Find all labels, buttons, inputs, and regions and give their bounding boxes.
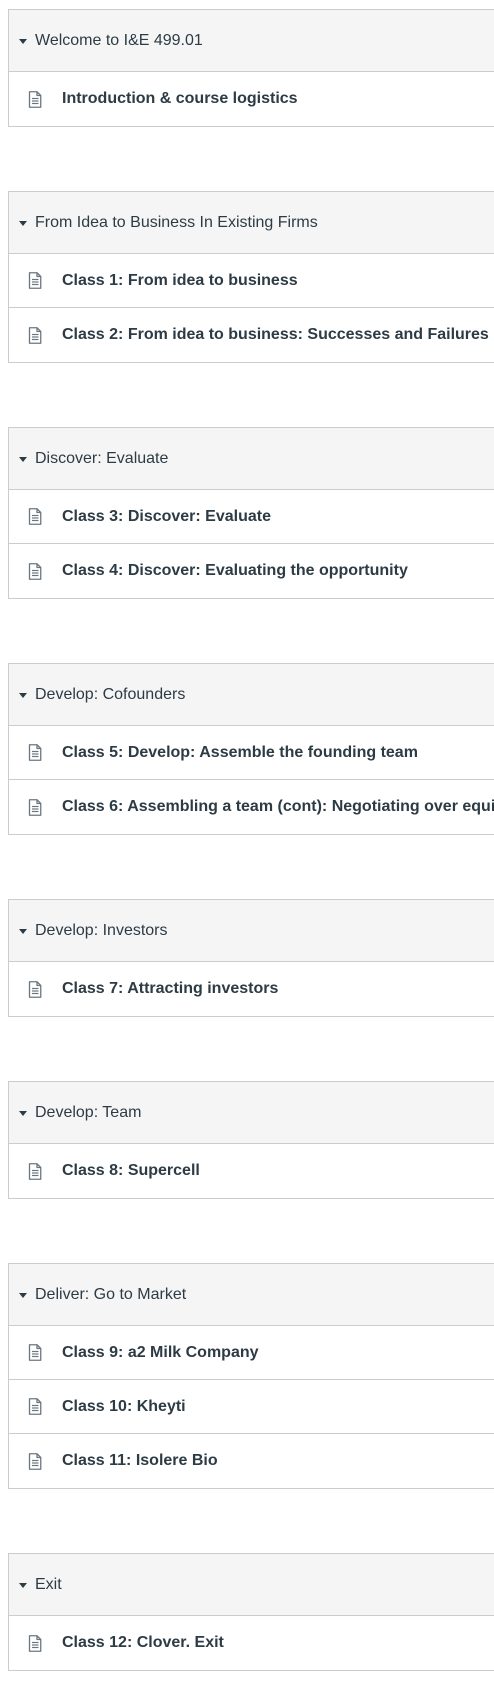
document-icon (28, 1452, 42, 1470)
module-item[interactable]: Class 5: Develop: Assemble the founding … (9, 726, 494, 780)
caret-down-icon[interactable] (19, 929, 27, 934)
module-title: Discover: Evaluate (35, 449, 169, 467)
document-icon (28, 1344, 42, 1361)
module-title: Develop: Investors (35, 921, 168, 939)
module-item-label: Class 5: Develop: Assemble the founding … (62, 743, 418, 761)
module-item[interactable]: Introduction & course logistics (9, 72, 494, 126)
module-item[interactable]: Class 6: Assembling a team (cont): Negot… (9, 780, 494, 834)
module-header[interactable]: Welcome to I&E 499.01 (9, 10, 494, 72)
module-item[interactable]: Class 2: From idea to business: Successe… (9, 308, 494, 362)
module-title: Exit (35, 1575, 62, 1593)
module-item[interactable]: Class 1: From idea to business (9, 254, 494, 308)
module-item[interactable]: Class 10: Kheyti (9, 1380, 494, 1434)
module-item[interactable]: Class 4: Discover: Evaluating the opport… (9, 544, 494, 598)
module-title: Develop: Cofounders (35, 685, 186, 703)
module-title: Deliver: Go to Market (35, 1285, 187, 1303)
module-item-label: Class 2: From idea to business: Successe… (62, 326, 489, 343)
document-icon (28, 562, 42, 580)
module-6: Deliver: Go to Market Class 9: a2 Milk C… (8, 1263, 494, 1489)
module-item-label: Class 4: Discover: Evaluating the opport… (62, 562, 408, 579)
module-items: Class 1: From idea to business Class 2: … (9, 254, 494, 362)
document-icon (28, 744, 42, 761)
module-item[interactable]: Class 12: Clover. Exit (9, 1616, 494, 1670)
module-header[interactable]: Deliver: Go to Market (9, 1264, 494, 1326)
module-7: Exit Class 12: Clover. Exit (8, 1553, 494, 1671)
module-item[interactable]: Class 11: Isolere Bio (9, 1434, 494, 1488)
module-item-label: Class 3: Discover: Evaluate (62, 507, 271, 525)
module-item-label: Class 9: a2 Milk Company (62, 1343, 259, 1361)
document-icon (28, 798, 42, 816)
document-icon (28, 1634, 42, 1652)
module-1: From Idea to Business In Existing Firms … (8, 191, 494, 363)
module-items: Class 7: Attracting investors (9, 962, 494, 1016)
document-icon (28, 272, 42, 289)
module-header[interactable]: Exit (9, 1554, 494, 1616)
document-icon (28, 1162, 42, 1180)
module-item-label: Class 7: Attracting investors (62, 980, 279, 997)
module-item[interactable]: Class 7: Attracting investors (9, 962, 494, 1016)
module-item-label: Class 12: Clover. Exit (62, 1634, 224, 1651)
modules-list: Welcome to I&E 499.01 Introduction & cou… (0, 0, 494, 1671)
module-items: Class 5: Develop: Assemble the founding … (9, 726, 494, 834)
module-items: Class 12: Clover. Exit (9, 1616, 494, 1670)
module-item-label: Class 10: Kheyti (62, 1397, 186, 1415)
module-0: Welcome to I&E 499.01 Introduction & cou… (8, 9, 494, 127)
module-header[interactable]: Develop: Cofounders (9, 664, 494, 726)
module-header[interactable]: From Idea to Business In Existing Firms (9, 192, 494, 254)
module-4: Develop: Investors Class 7: Attracting i… (8, 899, 494, 1017)
module-title: Develop: Team (35, 1103, 142, 1121)
document-icon (28, 326, 42, 344)
module-item-label: Class 11: Isolere Bio (62, 1452, 218, 1469)
module-items: Introduction & course logistics (9, 72, 494, 126)
document-icon (28, 1398, 42, 1415)
module-item[interactable]: Class 9: a2 Milk Company (9, 1326, 494, 1380)
module-item-label: Class 8: Supercell (62, 1162, 200, 1179)
module-item-label: Class 1: From idea to business (62, 271, 298, 289)
document-icon (28, 508, 42, 525)
module-items: Class 9: a2 Milk Company Class 10: Kheyt… (9, 1326, 494, 1488)
document-icon (28, 90, 42, 108)
module-2: Discover: Evaluate Class 3: Discover: Ev… (8, 427, 494, 599)
module-item[interactable]: Class 3: Discover: Evaluate (9, 490, 494, 544)
caret-down-icon[interactable] (19, 39, 27, 44)
module-title: From Idea to Business In Existing Firms (35, 213, 318, 231)
caret-down-icon[interactable] (19, 221, 27, 226)
caret-down-icon[interactable] (19, 457, 27, 462)
module-3: Develop: Cofounders Class 5: Develop: As… (8, 663, 494, 835)
caret-down-icon[interactable] (19, 1583, 27, 1588)
module-items: Class 8: Supercell (9, 1144, 494, 1198)
module-title: Welcome to I&E 499.01 (35, 31, 203, 49)
caret-down-icon[interactable] (19, 693, 27, 698)
module-header[interactable]: Develop: Investors (9, 900, 494, 962)
caret-down-icon[interactable] (19, 1293, 27, 1298)
module-5: Develop: Team Class 8: Supercell (8, 1081, 494, 1199)
module-item-label: Class 6: Assembling a team (cont): Negot… (62, 798, 494, 815)
document-icon (28, 980, 42, 998)
caret-down-icon[interactable] (19, 1111, 27, 1116)
module-header[interactable]: Develop: Team (9, 1082, 494, 1144)
module-item[interactable]: Class 8: Supercell (9, 1144, 494, 1198)
module-item-label: Introduction & course logistics (62, 90, 298, 107)
module-items: Class 3: Discover: Evaluate Class 4: Dis… (9, 490, 494, 598)
module-header[interactable]: Discover: Evaluate (9, 428, 494, 490)
